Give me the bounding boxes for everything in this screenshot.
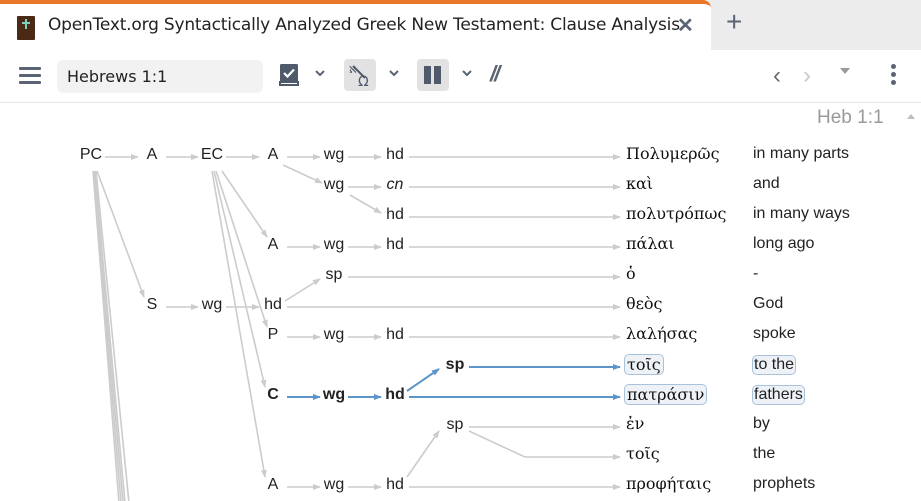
greek-word[interactable]: τοῖς: [624, 354, 664, 375]
tree-edge: [282, 164, 323, 184]
greek-word[interactable]: καὶ: [624, 174, 655, 193]
english-gloss[interactable]: in many parts: [752, 145, 850, 163]
english-gloss[interactable]: by: [752, 415, 771, 433]
tree-node-wg4[interactable]: wg: [202, 296, 222, 314]
tree-node-wg3[interactable]: wg: [324, 236, 344, 254]
tree-node-wg2[interactable]: wg: [324, 176, 344, 194]
tree-edge: [406, 368, 440, 392]
tree-node-hd5[interactable]: hd: [386, 326, 404, 344]
close-icon[interactable]: ✕: [677, 13, 694, 38]
tree-edge-offscreen: [94, 170, 126, 501]
tree-edge: [284, 278, 321, 302]
tree-node-p[interactable]: P: [268, 326, 279, 344]
greek-word[interactable]: ἐν: [624, 414, 646, 433]
greek-word[interactable]: πάλαι: [624, 234, 677, 253]
tree-node-hd1[interactable]: hd: [386, 146, 404, 164]
omega-link-icon: ℵ Ω: [349, 65, 369, 88]
tree-node-hd4[interactable]: hd: [264, 296, 282, 314]
greek-word[interactable]: τοῖς: [624, 444, 662, 463]
chevron-right-icon[interactable]: ›: [803, 62, 811, 90]
tree-edge: [211, 170, 267, 478]
tree-node-c[interactable]: C: [267, 386, 279, 404]
tree-node-hd7[interactable]: hd: [386, 476, 404, 494]
book-check-button[interactable]: [273, 59, 305, 91]
tree-node-hd3[interactable]: hd: [386, 236, 404, 254]
active-tab[interactable]: OpenText.org Syntactically Analyzed Gree…: [0, 0, 711, 50]
plus-icon[interactable]: +: [726, 6, 742, 38]
tab-bar: OpenText.org Syntactically Analyzed Gree…: [0, 0, 921, 50]
tree-node-ec[interactable]: EC: [201, 146, 223, 164]
tree-node-wg6[interactable]: wg: [323, 386, 345, 404]
tree-node-wg1[interactable]: wg: [324, 146, 344, 164]
svg-text:Ω: Ω: [358, 74, 369, 88]
chevron-left-icon[interactable]: ‹: [773, 62, 781, 90]
greek-word[interactable]: ὁ: [624, 264, 638, 283]
tree-node-wg5[interactable]: wg: [324, 326, 344, 344]
tree-node-cn[interactable]: cn: [387, 176, 404, 194]
english-gloss[interactable]: in many ways: [752, 205, 851, 223]
english-gloss[interactable]: long ago: [752, 235, 815, 253]
tree-node-sp1[interactable]: sp: [326, 266, 343, 284]
reference-input[interactable]: [57, 60, 263, 93]
greek-word[interactable]: Πολυμερῶς: [624, 144, 722, 163]
tree-edge: [215, 170, 268, 328]
tree-node-s[interactable]: S: [147, 296, 158, 314]
columns-icon: [424, 66, 441, 84]
clause-analysis-view: Heb 1:1 PC A EC Awg hd wg cn hd Awg hd sp Swg hd Pwg h…: [0, 103, 921, 501]
double-slash-icon[interactable]: //: [490, 61, 500, 87]
tree-node-a1[interactable]: A: [147, 146, 158, 164]
english-gloss[interactable]: the: [752, 445, 776, 463]
english-gloss[interactable]: -: [752, 265, 759, 283]
kebab-icon[interactable]: [891, 64, 897, 88]
tree-edge: [349, 194, 382, 214]
greek-word[interactable]: λαλήσας: [624, 324, 699, 343]
tree-node-hd6[interactable]: hd: [385, 386, 405, 404]
interlinear-button[interactable]: ℵ Ω: [344, 59, 376, 91]
greek-word[interactable]: πατράσιν: [624, 384, 708, 405]
tree-node-wg7[interactable]: wg: [324, 476, 344, 494]
tree-edge: [468, 430, 526, 458]
tree-node-hd2[interactable]: hd: [386, 206, 404, 224]
tree-edge-offscreen: [95, 170, 130, 501]
tree-node-sp3[interactable]: sp: [447, 416, 464, 434]
tree-node-a2[interactable]: A: [268, 146, 279, 164]
tree-node-a4[interactable]: A: [268, 476, 279, 494]
parallel-columns-button[interactable]: [417, 59, 449, 91]
toolbar: ℵ Ω // ‹ ›: [0, 50, 921, 103]
english-gloss[interactable]: God: [752, 295, 784, 313]
chevron-down-icon[interactable]: [460, 66, 474, 80]
tree-node-a3[interactable]: A: [268, 236, 279, 254]
english-gloss[interactable]: fathers: [752, 385, 805, 405]
tree-node-sp2[interactable]: sp: [446, 356, 465, 374]
tree-edge: [406, 430, 440, 478]
english-gloss[interactable]: to the: [752, 355, 797, 375]
greek-word[interactable]: πολυτρόπως: [624, 204, 728, 223]
bible-book-icon: [17, 16, 35, 40]
caret-down-icon[interactable]: [840, 68, 850, 74]
english-gloss[interactable]: prophets: [752, 475, 816, 493]
tree-edge: [213, 170, 267, 388]
book-check-icon: [279, 64, 299, 86]
tab-title: OpenText.org Syntactically Analyzed Gree…: [48, 15, 680, 35]
greek-word[interactable]: προφήταις: [624, 474, 713, 493]
greek-word[interactable]: θεὸς: [624, 294, 665, 313]
tree-edge: [221, 170, 268, 238]
tree-node-pc[interactable]: PC: [80, 146, 102, 164]
chevron-down-icon[interactable]: [313, 66, 327, 80]
english-gloss[interactable]: and: [752, 175, 781, 193]
chevron-down-icon[interactable]: [387, 66, 401, 80]
english-gloss[interactable]: spoke: [752, 325, 797, 343]
hamburger-menu-icon[interactable]: [19, 67, 41, 85]
